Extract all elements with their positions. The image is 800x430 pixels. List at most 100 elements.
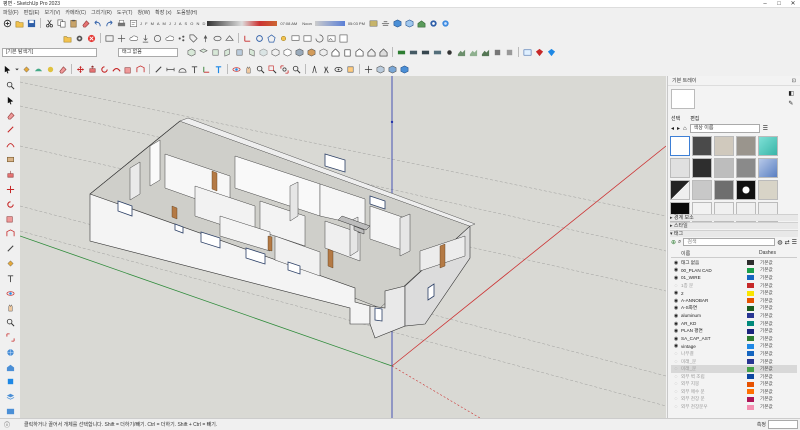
tag-color-swatch[interactable]: [747, 267, 754, 273]
tag-row[interactable]: ◉ 태그 없음 기본값: [671, 259, 797, 267]
folder-icon[interactable]: [62, 33, 73, 44]
sandbox-3-icon[interactable]: [480, 47, 491, 58]
swatch[interactable]: [670, 136, 690, 156]
tag-color-swatch[interactable]: [747, 328, 754, 334]
layer-icon-3[interactable]: [420, 47, 431, 58]
minimize-button[interactable]: –: [758, 0, 772, 8]
tag-color-swatch[interactable]: [747, 290, 754, 296]
tag-dashes[interactable]: 기본값: [760, 267, 773, 273]
hidden-line-icon[interactable]: [282, 47, 293, 58]
visibility-eye-icon[interactable]: ◌: [671, 359, 681, 365]
xray-icon[interactable]: [258, 47, 269, 58]
ruby-icon[interactable]: [440, 18, 451, 29]
geo-icon[interactable]: ⓘ: [4, 420, 10, 429]
scene-update-icon[interactable]: [314, 33, 325, 44]
details-icon[interactable]: ☰: [763, 125, 768, 132]
axes-icon[interactable]: [242, 33, 253, 44]
look-around-icon[interactable]: [333, 64, 344, 75]
zoom-window-icon[interactable]: [267, 64, 278, 75]
protractor-icon[interactable]: [177, 64, 188, 75]
text-tool-icon[interactable]: [4, 272, 17, 285]
push-pull-icon[interactable]: [87, 64, 98, 75]
tag-dashes[interactable]: 기본값: [760, 336, 773, 342]
swatch[interactable]: [714, 158, 734, 178]
sandbox-smoove-icon[interactable]: [33, 64, 44, 75]
tag-row[interactable]: ◌ 미래_문 기본값: [671, 365, 797, 373]
menu-icon[interactable]: ☰: [792, 239, 797, 246]
tag-color-swatch[interactable]: [747, 343, 754, 349]
text-tool-icon[interactable]: [189, 64, 200, 75]
create-material-icon[interactable]: ◧: [788, 90, 794, 97]
tag-color-swatch[interactable]: [747, 313, 754, 319]
shadow-time-slider[interactable]: [314, 20, 345, 26]
model-info-icon[interactable]: [128, 18, 139, 29]
pin-icon[interactable]: ⊡: [792, 78, 796, 84]
tag-dashes[interactable]: 기본값: [760, 290, 773, 296]
display-icon[interactable]: [290, 33, 301, 44]
measurements-box[interactable]: [768, 420, 798, 429]
visibility-eye-icon[interactable]: ◉: [671, 336, 681, 342]
tag-color-swatch[interactable]: [747, 381, 754, 387]
column-name[interactable]: 이름: [671, 250, 745, 257]
tab-edit[interactable]: 편집: [690, 115, 699, 122]
3d-text-icon[interactable]: [213, 64, 224, 75]
tag-row[interactable]: ◌ 미래_문 기본값: [671, 358, 797, 366]
solid-2-icon[interactable]: [504, 47, 515, 58]
top-view-icon[interactable]: [198, 47, 209, 58]
tag-color-swatch[interactable]: [747, 305, 754, 311]
back-icon[interactable]: ◂: [671, 125, 674, 132]
sync-icon[interactable]: [152, 33, 163, 44]
tag-color-swatch[interactable]: [747, 260, 754, 266]
shaded-icon[interactable]: [294, 47, 305, 58]
zoom-extents-icon[interactable]: [4, 331, 17, 344]
pan-icon[interactable]: [243, 64, 254, 75]
zoom-icon[interactable]: [255, 64, 266, 75]
building-icon[interactable]: [342, 47, 353, 58]
component-icon[interactable]: [392, 18, 403, 29]
close-button[interactable]: ✕: [786, 0, 800, 8]
tag-icon[interactable]: [188, 33, 199, 44]
shadow-date-slider[interactable]: [207, 20, 278, 26]
material-category-combo[interactable]: 색상 이름: [689, 124, 760, 133]
warehouse-icon[interactable]: [416, 18, 427, 29]
pin-icon[interactable]: [200, 33, 211, 44]
swatch[interactable]: [692, 136, 712, 156]
tag-dashes[interactable]: 기본값: [760, 396, 773, 402]
fog-icon[interactable]: [380, 18, 391, 29]
image-icon[interactable]: [522, 47, 533, 58]
tag-color-swatch[interactable]: [747, 374, 754, 380]
scene-icon-1[interactable]: [104, 33, 115, 44]
monochrome-icon[interactable]: [318, 47, 329, 58]
tag-color-swatch[interactable]: [747, 404, 754, 410]
paint-bucket-icon[interactable]: [4, 257, 17, 270]
right-view-icon[interactable]: [222, 47, 233, 58]
layout-icon[interactable]: [338, 33, 349, 44]
open-folder-icon[interactable]: [14, 18, 25, 29]
image-export-icon[interactable]: [326, 33, 337, 44]
orbit-icon[interactable]: [4, 287, 17, 300]
menu-edit[interactable]: 편집(E): [24, 9, 40, 16]
tag-color-swatch[interactable]: [747, 275, 754, 281]
visibility-eye-icon[interactable]: ◉: [671, 305, 681, 311]
layer-icon-1[interactable]: [396, 47, 407, 58]
tag-dashes[interactable]: 기본값: [760, 321, 773, 327]
swatch[interactable]: [736, 158, 756, 178]
tab-select[interactable]: 선택: [671, 115, 680, 122]
move-tool-icon[interactable]: [4, 183, 17, 196]
layer-icon-4[interactable]: [432, 47, 443, 58]
blue-gem-icon[interactable]: [546, 47, 557, 58]
textured-icon[interactable]: [306, 47, 317, 58]
visibility-eye-icon[interactable]: ◌: [671, 389, 681, 395]
menu-window[interactable]: 창(W): [137, 9, 150, 16]
undo-icon[interactable]: [92, 18, 103, 29]
tag-dashes[interactable]: 기본값: [760, 374, 773, 380]
solid-icon[interactable]: [492, 47, 503, 58]
move-tool-icon[interactable]: [75, 64, 86, 75]
visibility-eye-icon[interactable]: ◌: [671, 366, 681, 372]
erase-icon[interactable]: [80, 18, 91, 29]
cloud-upload-icon[interactable]: [164, 33, 175, 44]
delete-icon[interactable]: [86, 33, 97, 44]
tape-measure-icon[interactable]: [4, 242, 17, 255]
sandbox-2-icon[interactable]: [468, 47, 479, 58]
swatch[interactable]: [670, 158, 690, 178]
